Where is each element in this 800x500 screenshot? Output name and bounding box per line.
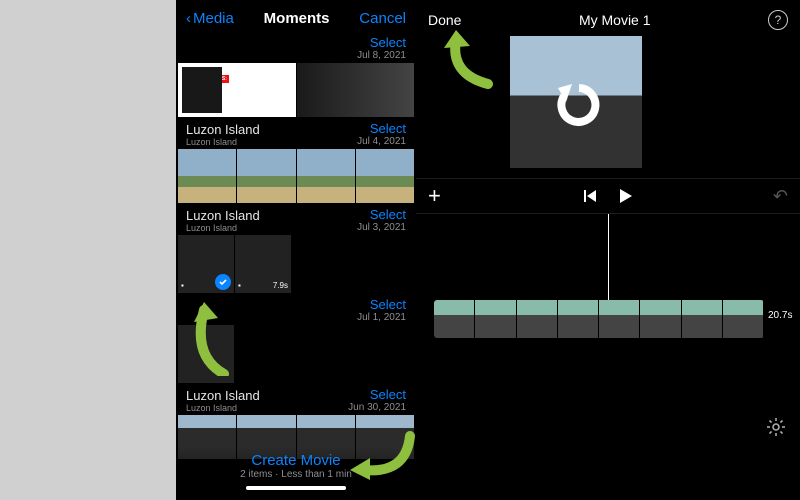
editor-nav: Done My Movie 1 ? xyxy=(416,0,800,40)
video-icon: ▪ xyxy=(238,281,241,290)
rotate-icon xyxy=(552,78,600,126)
timeline-clip[interactable] xyxy=(434,300,764,338)
video-icon: ▪ xyxy=(181,281,184,290)
group-date: Jun 30, 2021 xyxy=(348,402,406,413)
add-media-button[interactable]: + xyxy=(428,183,441,209)
group-location: Luzon Island xyxy=(186,388,260,403)
thumb-overlay-text: THE GOSPEL IS: xyxy=(185,75,229,83)
group-header: Luzon Island Luzon Island Select Jun 30,… xyxy=(176,383,416,415)
media-picker-screen: ‹ Media Moments Cancel Select Jul 8, 202… xyxy=(176,0,416,500)
thumb-strip: ▪ ▪ 7.9s xyxy=(176,235,416,295)
media-thumb[interactable]: THE GOSPEL IS: xyxy=(178,63,296,117)
media-thumb[interactable] xyxy=(297,63,415,117)
selection-meta: 2 items · Less than 1 min xyxy=(176,469,416,480)
select-group-link[interactable]: Select xyxy=(348,387,406,402)
group-header: Select Jul 1, 2021 xyxy=(176,295,416,325)
media-thumb[interactable] xyxy=(297,149,355,203)
media-thumb[interactable] xyxy=(356,149,414,203)
thumb-strip xyxy=(176,325,416,383)
bottom-action-bar: Create Movie 2 items · Less than 1 min xyxy=(176,446,416,500)
help-button[interactable]: ? xyxy=(768,10,788,30)
settings-button[interactable] xyxy=(766,417,786,440)
media-thumb[interactable] xyxy=(237,149,295,203)
media-thumb[interactable] xyxy=(178,325,234,383)
group-sublocation: Luzon Island xyxy=(186,137,260,147)
group-header: Luzon Island Luzon Island Select Jul 4, … xyxy=(176,117,416,149)
video-preview[interactable] xyxy=(510,36,642,168)
group-location: Luzon Island xyxy=(186,208,260,223)
gear-icon xyxy=(766,417,786,437)
select-group-link[interactable]: Select xyxy=(357,121,406,136)
thumb-strip xyxy=(176,149,416,203)
select-group-link[interactable]: Select xyxy=(370,297,406,312)
select-group-link[interactable]: Select xyxy=(370,35,406,50)
group-date: Jul 3, 2021 xyxy=(357,222,406,233)
play-button[interactable] xyxy=(616,187,634,205)
back-label: Media xyxy=(193,10,234,27)
group-date: Jul 4, 2021 xyxy=(357,136,406,147)
create-movie-button[interactable]: Create Movie xyxy=(176,452,416,469)
cancel-button[interactable]: Cancel xyxy=(359,10,406,27)
group-date: Jul 1, 2021 xyxy=(357,312,406,323)
selected-check-icon xyxy=(215,274,231,290)
group-sublocation: Luzon Island xyxy=(186,223,260,233)
clip-duration: 7.9s xyxy=(273,281,288,290)
group-header: Select Jul 8, 2021 xyxy=(176,33,416,63)
nav-title: Moments xyxy=(264,10,330,27)
done-button[interactable]: Done xyxy=(428,12,461,28)
media-thumb[interactable] xyxy=(178,149,236,203)
group-date: Jul 8, 2021 xyxy=(357,50,406,61)
help-icon: ? xyxy=(775,13,782,27)
media-thumb[interactable]: ▪ 7.9s xyxy=(235,235,291,293)
timeline[interactable]: 20.7s xyxy=(416,214,800,454)
group-header: Luzon Island Luzon Island Select Jul 3, … xyxy=(176,203,416,235)
chevron-left-icon: ‹ xyxy=(186,10,191,27)
undo-button[interactable]: ↶ xyxy=(773,186,788,207)
home-indicator xyxy=(246,486,346,490)
group-sublocation: Luzon Island xyxy=(186,403,260,413)
skip-start-button[interactable] xyxy=(582,188,598,204)
back-button[interactable]: ‹ Media xyxy=(186,10,234,27)
media-thumb[interactable]: ▪ xyxy=(178,235,234,293)
editor-screen: Done My Movie 1 ? + ↶ xyxy=(416,0,800,500)
timeline-clip-duration: 20.7s xyxy=(768,310,792,321)
select-group-link[interactable]: Select xyxy=(357,207,406,222)
group-location: Luzon Island xyxy=(186,122,260,137)
editor-preview-area: Done My Movie 1 ? xyxy=(416,0,800,170)
thumb-strip: THE GOSPEL IS: xyxy=(176,63,416,117)
nav-bar: ‹ Media Moments Cancel xyxy=(176,0,416,33)
playback-controls: + ↶ xyxy=(416,178,800,214)
movie-title[interactable]: My Movie 1 xyxy=(579,12,651,28)
